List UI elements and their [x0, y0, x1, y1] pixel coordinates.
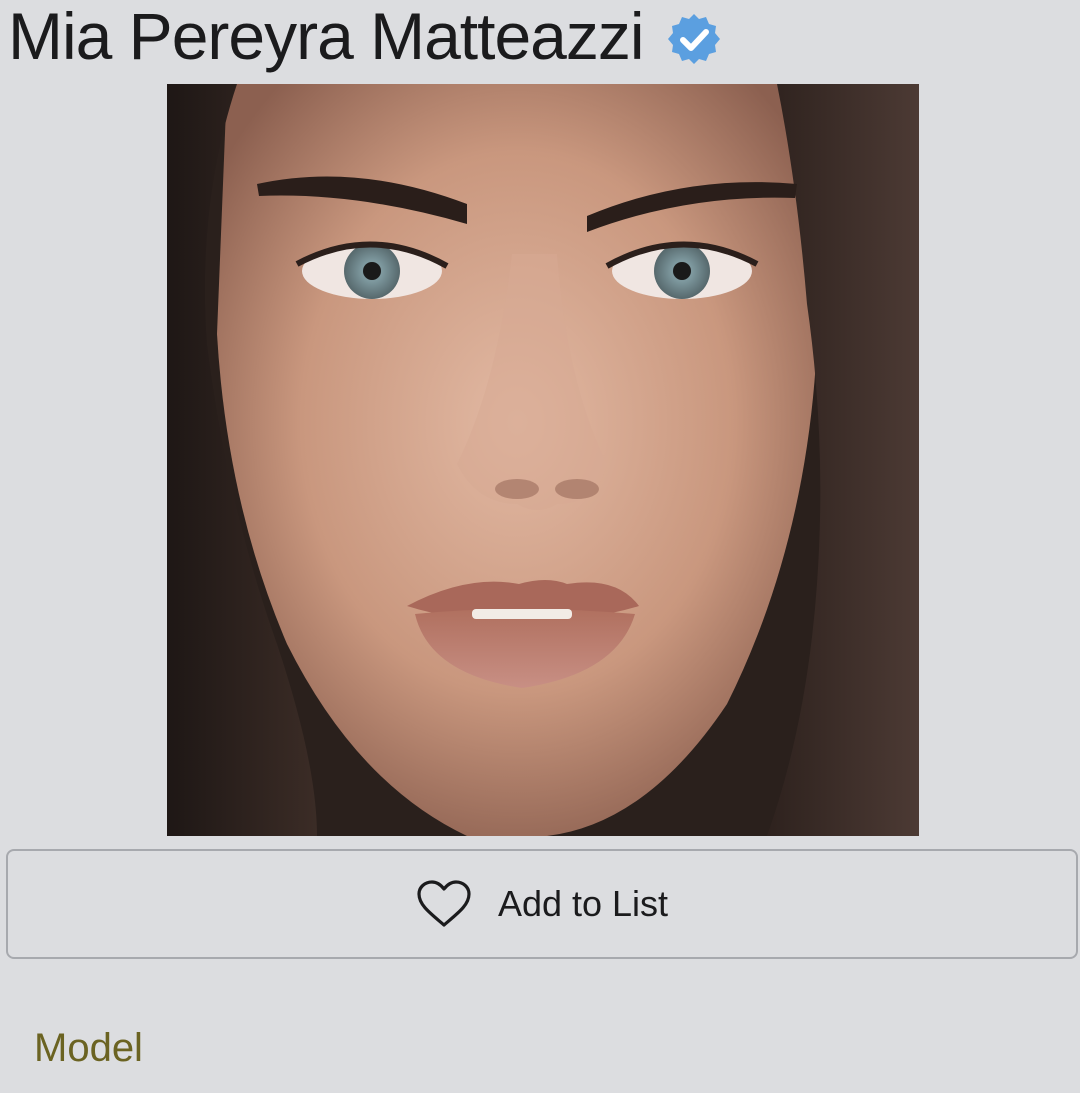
verified-badge-icon [666, 11, 722, 67]
profile-photo[interactable] [167, 84, 919, 836]
profile-category: Model [34, 1026, 143, 1070]
profile-header: Mia Pereyra Matteazzi [8, 0, 722, 72]
heart-outline-icon [416, 879, 472, 929]
add-to-list-label: Add to List [497, 883, 669, 924]
profile-name: Mia Pereyra Matteazzi [8, 0, 645, 73]
add-to-list-button[interactable]: Add to List [6, 849, 1078, 959]
